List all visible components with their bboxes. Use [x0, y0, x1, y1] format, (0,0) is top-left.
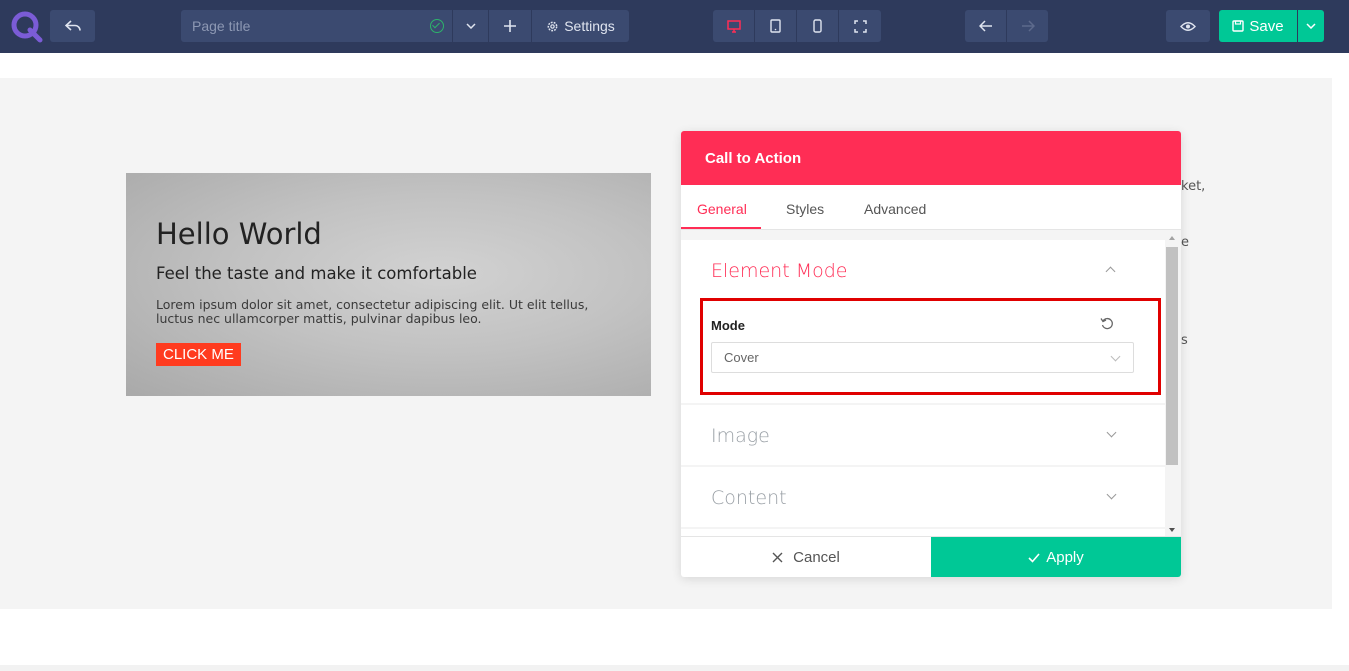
mode-select[interactable]: Cover	[711, 342, 1134, 373]
section-title-content[interactable]: Content	[711, 487, 787, 509]
preview-button[interactable]	[1166, 10, 1210, 42]
fullscreen-button[interactable]	[839, 10, 881, 42]
panel-tabs: General Styles Advanced	[681, 185, 1181, 230]
active-tab-indicator	[681, 227, 761, 229]
chevron-down-icon	[1110, 351, 1121, 362]
tablet-view-button[interactable]	[755, 10, 797, 42]
scroll-up-arrow-icon[interactable]	[1168, 235, 1176, 241]
save-label: Save	[1249, 17, 1284, 35]
peek-text-1: ket,	[1181, 179, 1206, 194]
scroll-thumb[interactable]	[1166, 247, 1178, 465]
section-title-element-mode[interactable]: Element Mode	[711, 260, 847, 282]
element-settings-panel: Call to Action General Styles Advanced E…	[681, 131, 1181, 577]
tab-general[interactable]: General	[697, 201, 747, 217]
scroll-down-arrow-icon[interactable]	[1168, 527, 1176, 533]
cancel-label: Cancel	[793, 549, 840, 566]
close-icon	[772, 552, 783, 563]
panel-title: Call to Action	[705, 149, 802, 167]
mobile-view-button[interactable]	[797, 10, 839, 42]
reset-icon[interactable]	[1100, 317, 1114, 331]
check-icon	[1028, 552, 1040, 563]
cta-button[interactable]: CLICK ME	[156, 343, 241, 366]
mode-label: Mode	[711, 318, 745, 333]
top-toolbar: Page title Settings Save	[0, 0, 1349, 53]
panel-header: Call to Action	[681, 131, 1181, 185]
panel-footer: Cancel Apply	[681, 536, 1181, 577]
cta-heading: Hello World	[156, 217, 322, 251]
canvas-bottom-strip	[0, 665, 1349, 671]
chevron-down-icon	[1306, 23, 1316, 29]
mobile-icon	[813, 19, 822, 33]
mode-select-value: Cover	[724, 350, 759, 365]
apply-button[interactable]: Apply	[931, 537, 1181, 577]
undo-button[interactable]	[50, 10, 95, 42]
arrow-left-icon	[978, 20, 992, 32]
cancel-button[interactable]: Cancel	[681, 537, 931, 577]
chevron-down-icon	[465, 23, 476, 29]
title-dropdown-button[interactable]	[453, 10, 488, 42]
call-to-action-block[interactable]: Hello World Feel the taste and make it c…	[126, 173, 651, 396]
eye-icon	[1180, 21, 1196, 31]
page-title-placeholder: Page title	[192, 18, 251, 34]
save-button[interactable]: Save	[1219, 10, 1297, 42]
desktop-icon	[726, 19, 741, 33]
arrow-right-icon	[1021, 20, 1035, 32]
cta-subheading: Feel the taste and make it comfortable	[156, 264, 477, 283]
apply-label: Apply	[1046, 549, 1084, 566]
cta-text: Lorem ipsum dolor sit amet, consectetur …	[156, 297, 589, 326]
logo-q-icon[interactable]	[9, 9, 43, 43]
save-options-button[interactable]	[1298, 10, 1324, 42]
history-back-button[interactable]	[965, 10, 1006, 42]
fullscreen-icon	[853, 19, 867, 33]
desktop-view-button[interactable]	[713, 10, 755, 42]
peek-text-3: s	[1181, 333, 1188, 348]
section-title-image[interactable]: Image	[711, 425, 770, 447]
tablet-icon	[770, 19, 781, 33]
section-next	[681, 529, 1165, 536]
save-disk-icon	[1232, 20, 1245, 32]
gear-icon	[547, 21, 558, 31]
plus-icon	[504, 20, 516, 32]
page-title-input[interactable]: Page title	[181, 10, 452, 42]
tab-styles[interactable]: Styles	[786, 201, 824, 217]
history-forward-button[interactable]	[1007, 10, 1048, 42]
panel-scrollbar[interactable]	[1166, 235, 1178, 535]
settings-button[interactable]: Settings	[532, 10, 629, 42]
check-circle-icon	[430, 19, 444, 33]
peek-text-2: e	[1181, 235, 1189, 250]
tab-advanced[interactable]: Advanced	[864, 201, 926, 217]
device-switcher	[713, 10, 881, 42]
settings-label: Settings	[564, 18, 615, 34]
undo-icon	[64, 20, 81, 31]
add-button[interactable]	[489, 10, 531, 42]
